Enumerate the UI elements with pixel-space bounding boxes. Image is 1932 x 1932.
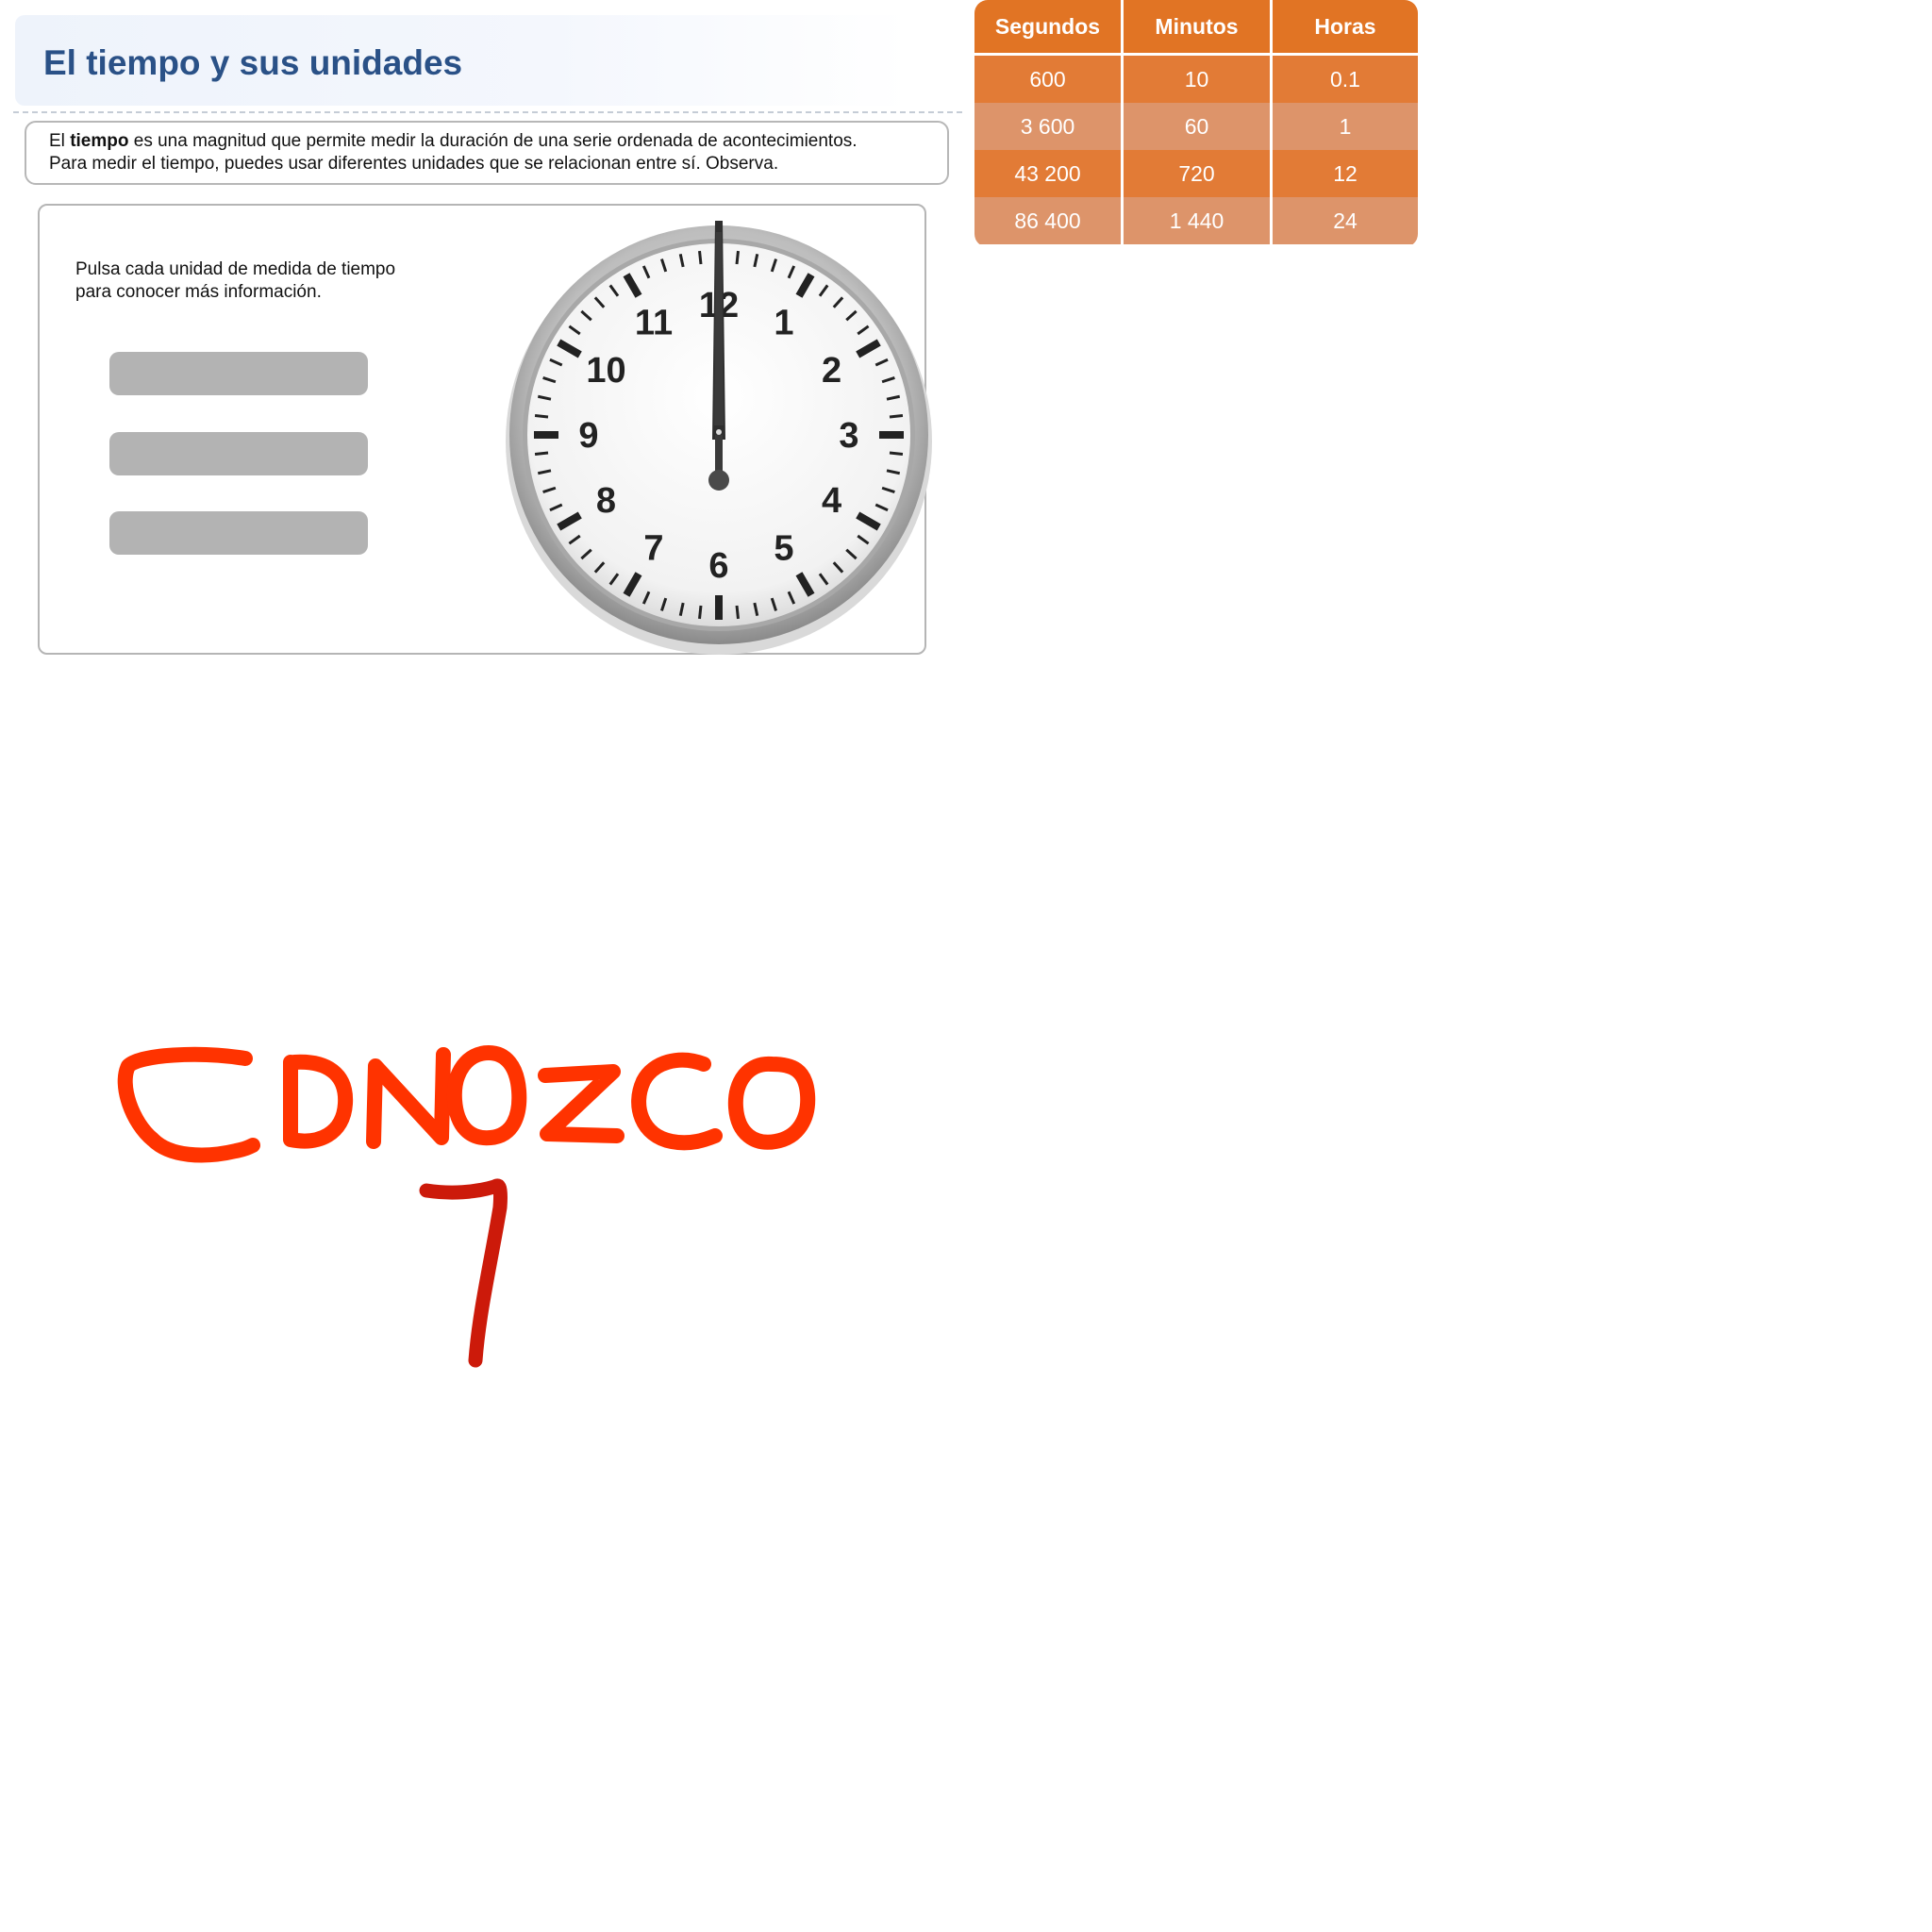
units-table: Segundos Minutos Horas 600 10 0.1 3 600 … [974,0,1418,247]
clock-minute-tick [698,250,703,265]
clock-minute-tick [889,451,904,456]
table-cell: 86 400 [974,197,1124,244]
instruction-line-1: Pulsa cada unidad de medida de tiempo [75,259,396,279]
table-cell: 12 [1273,150,1418,197]
clock-number-8: 8 [596,481,616,521]
handwritten-annotation [117,1045,816,1368]
clock-number-4: 4 [822,481,841,521]
table-cell: 24 [1273,197,1418,244]
hw-letter-o2 [446,1045,527,1146]
unit-button-1[interactable] [109,352,368,395]
intro-bold-term: tiempo [70,131,129,151]
hw-letter-z [538,1064,625,1143]
intro-rest: es una magnitud que permite medir la dur… [128,131,858,151]
clock-center-cap [708,470,729,491]
table-cell: 10 [1124,56,1273,103]
instruction-line-2: para conocer más información. [75,282,322,302]
interactive-panel: Pulsa cada unidad de medida de tiempo pa… [38,204,932,655]
table-cell: 720 [1124,150,1273,197]
table-cell: 1 [1273,103,1418,150]
clock-number-5: 5 [774,529,793,569]
intro-text-line-2: Para medir el tiempo, puedes usar difere… [49,154,779,174]
clock-number-11: 11 [635,303,673,342]
table-header-row: Segundos Minutos Horas [974,0,1418,56]
table-cell: 43 200 [974,150,1124,197]
clock-number-10: 10 [586,351,625,391]
page-title: El tiempo y sus unidades [43,43,463,82]
clock-minute-tick [889,414,904,419]
table-cell: 600 [974,56,1124,103]
table-header-minutes: Minutos [1124,0,1273,56]
clock-number-7: 7 [643,529,663,569]
hw-letter-n [366,1047,451,1149]
unit-button-3[interactable] [109,511,368,555]
clock-number-2: 2 [822,351,841,391]
clock-number-9: 9 [578,416,598,456]
handwritten-number-1 [419,1178,508,1368]
table-cell: 60 [1124,103,1273,150]
header-divider [13,111,962,113]
table-header-seconds: Segundos [974,0,1124,56]
clock-minute-tick [534,414,549,419]
clock-minute-tick [534,451,549,456]
intro-text-line-1: El tiempo es una magnitud que permite me… [49,130,858,153]
clock-number-1: 1 [774,303,793,342]
table-cell: 3 600 [974,103,1124,150]
table-row: 600 10 0.1 [974,56,1418,103]
analog-clock: 12 1 2 3 4 5 6 7 8 9 10 11 [506,221,932,655]
table-row: 3 600 60 1 [974,103,1418,150]
clock-number-6: 6 [708,546,728,586]
intro-prefix: El [49,131,71,151]
clock-minute-tick [735,250,740,265]
hw-letter-o1 [283,1054,354,1149]
table-row: 43 200 720 12 [974,150,1418,197]
unit-button-2[interactable] [109,432,368,475]
intro-box: El tiempo es una magnitud que permite me… [25,121,949,185]
hw-letter-o3 [727,1056,816,1150]
table-header-hours: Horas [1273,0,1418,56]
hw-letter-c2 [631,1052,723,1151]
table-cell: 1 440 [1124,197,1273,244]
clock-number-3: 3 [839,416,858,456]
table-cell: 0.1 [1273,56,1418,103]
clock-pivot [716,429,722,435]
handwritten-word-conozco [117,1045,816,1163]
table-row: 86 400 1 440 24 [974,197,1418,244]
clock-minute-tick [698,605,703,620]
clock-minute-tick [735,605,740,620]
hw-letter-c1 [117,1046,260,1163]
